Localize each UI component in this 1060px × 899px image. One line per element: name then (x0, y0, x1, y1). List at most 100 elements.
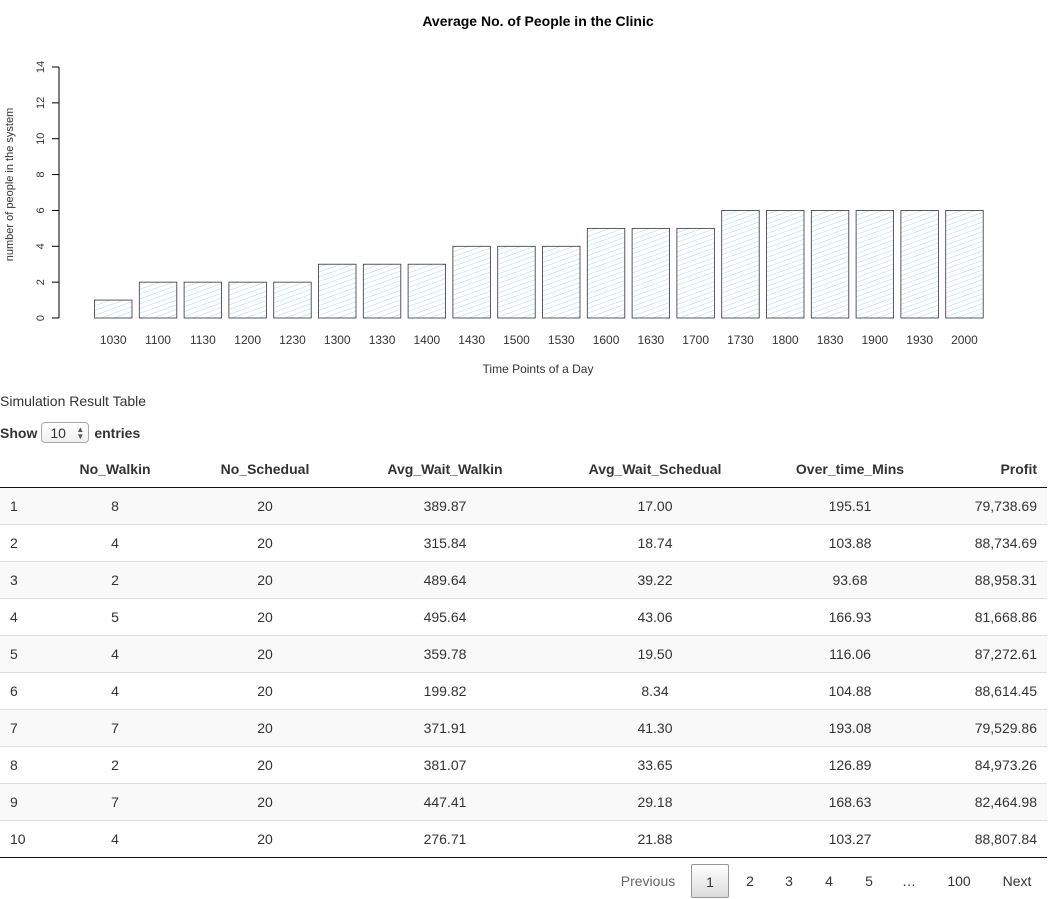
column-header-over-time-mins[interactable]: Over_time_Mins (780, 451, 920, 488)
table-cell: 20 (170, 672, 360, 710)
bar (586, 227, 626, 319)
y-tick-label: 2 (35, 279, 47, 285)
table-cell: 82,464.98 (920, 783, 1047, 821)
table-cell: 2 (60, 746, 170, 784)
page-button-3[interactable]: 3 (773, 864, 805, 898)
x-tick-label: 1900 (861, 333, 888, 347)
table-row: 5 4 20 359.78 19.50 116.06 87,272.61 (0, 635, 1047, 673)
table-cell: 41.30 (530, 709, 780, 747)
table-cell: 2 (0, 524, 60, 562)
table-cell: 87,272.61 (920, 635, 1047, 673)
bar (676, 227, 715, 319)
table-cell: 389.87 (360, 487, 530, 525)
table-cell: 3 (0, 561, 60, 599)
table-cell: 2 (60, 561, 170, 599)
page-button-1[interactable]: 1 (691, 864, 729, 898)
table-cell: 93.68 (780, 561, 920, 599)
table-cell: 81,668.86 (920, 598, 1047, 636)
x-tick-label: 1800 (772, 333, 799, 347)
table-cell: 371.91 (360, 709, 530, 747)
entries-select-value: 10 (50, 424, 66, 441)
bar (273, 281, 312, 319)
y-tick-label: 8 (35, 172, 47, 178)
table-cell: 10 (0, 820, 60, 858)
y-tick-label: 14 (35, 61, 47, 73)
table-cell: 20 (170, 598, 360, 636)
table-cell: 88,958.31 (920, 561, 1047, 599)
x-tick-label: 1830 (817, 333, 844, 347)
table-cell: 5 (0, 635, 60, 673)
bar (542, 245, 581, 319)
table-cell: 168.63 (780, 783, 920, 821)
column-header-index[interactable] (0, 451, 60, 488)
y-tick-label: 0 (35, 315, 47, 321)
table-cell: 103.88 (780, 524, 920, 562)
x-tick-label: 1700 (682, 333, 709, 347)
table-cell: 88,614.45 (920, 672, 1047, 710)
pagination-ellipsis: … (902, 873, 916, 889)
table-cell: 359.78 (360, 635, 530, 673)
table-cell: 381.07 (360, 746, 530, 784)
page-button-2[interactable]: 2 (734, 864, 766, 898)
table-cell: 104.88 (780, 672, 920, 710)
x-tick-label: 1430 (458, 333, 485, 347)
previous-button[interactable]: Previous (612, 864, 684, 898)
table-row: 4 5 20 495.64 43.06 166.93 81,668.86 (0, 598, 1047, 636)
table-cell: 8 (0, 746, 60, 784)
table-cell: 18.74 (530, 524, 780, 562)
page-button-5[interactable]: 5 (853, 864, 885, 898)
table-cell: 88,734.69 (920, 524, 1047, 562)
y-tick-label: 10 (35, 133, 47, 145)
x-tick-label: 1600 (593, 333, 620, 347)
table-cell: 276.71 (360, 820, 530, 858)
table-cell: 315.84 (360, 524, 530, 562)
x-tick-label: 1400 (413, 333, 440, 347)
column-header-profit[interactable]: Profit (920, 451, 1047, 488)
table-cell: 495.64 (360, 598, 530, 636)
table-cell: 447.41 (360, 783, 530, 821)
entries-select[interactable]: 10 ▲ ▼ (41, 422, 90, 443)
y-tick-label: 6 (35, 207, 47, 213)
table-cell: 19.50 (530, 635, 780, 673)
table-cell: 193.08 (780, 709, 920, 747)
column-header-no-schedual[interactable]: No_Schedual (170, 451, 360, 488)
y-tick-label: 4 (35, 243, 47, 249)
table-cell: 20 (170, 746, 360, 784)
y-tick-label: 12 (35, 97, 47, 109)
x-tick-label: 1500 (503, 333, 530, 347)
x-axis-label: Time Points of a Day (483, 362, 594, 376)
table-row: 10 4 20 276.71 21.88 103.27 88,807.84 (0, 820, 1047, 858)
table-cell: 103.27 (780, 820, 920, 858)
table-cell: 79,738.69 (920, 487, 1047, 525)
table-cell: 1 (0, 487, 60, 525)
pagination: Previous 1 2 3 4 5 … 100 Next (0, 864, 1047, 898)
bar (183, 281, 223, 319)
table-cell: 88,807.84 (920, 820, 1047, 858)
table-cell: 20 (170, 635, 360, 673)
x-tick-label: 1530 (548, 333, 575, 347)
page-button-100[interactable]: 100 (938, 864, 980, 898)
bar (497, 245, 536, 319)
table-cell: 33.65 (530, 746, 780, 784)
table-cell: 116.06 (780, 635, 920, 673)
table-cell: 20 (170, 709, 360, 747)
next-button[interactable]: Next (994, 864, 1040, 898)
table-cell: 4 (0, 598, 60, 636)
column-header-no-walkin[interactable]: No_Walkin (60, 451, 170, 488)
show-label: Show (0, 424, 38, 441)
table-cell: 5 (60, 598, 170, 636)
x-tick-label: 1300 (324, 333, 351, 347)
table-body: 1 8 20 389.87 17.00 195.51 79,738.69 2 4 20 315.84… (0, 487, 1047, 858)
table-cell: 20 (170, 487, 360, 525)
table-cell: 126.89 (780, 746, 920, 784)
table-cell: 17.00 (530, 487, 780, 525)
column-header-avg-wait-schedual[interactable]: Avg_Wait_Schedual (530, 451, 780, 488)
bar (810, 210, 850, 319)
results-table: No_Walkin No_Schedual Avg_Wait_Walkin Av… (0, 451, 1047, 858)
table-cell: 166.93 (780, 598, 920, 636)
entries-length-control: Show 10 ▲ ▼ entries (0, 422, 140, 443)
table-cell: 20 (170, 820, 360, 858)
column-header-avg-wait-walkin[interactable]: Avg_Wait_Walkin (360, 451, 530, 488)
chart-title: Average No. of People in the Clinic (422, 13, 654, 29)
page-button-4[interactable]: 4 (813, 864, 845, 898)
